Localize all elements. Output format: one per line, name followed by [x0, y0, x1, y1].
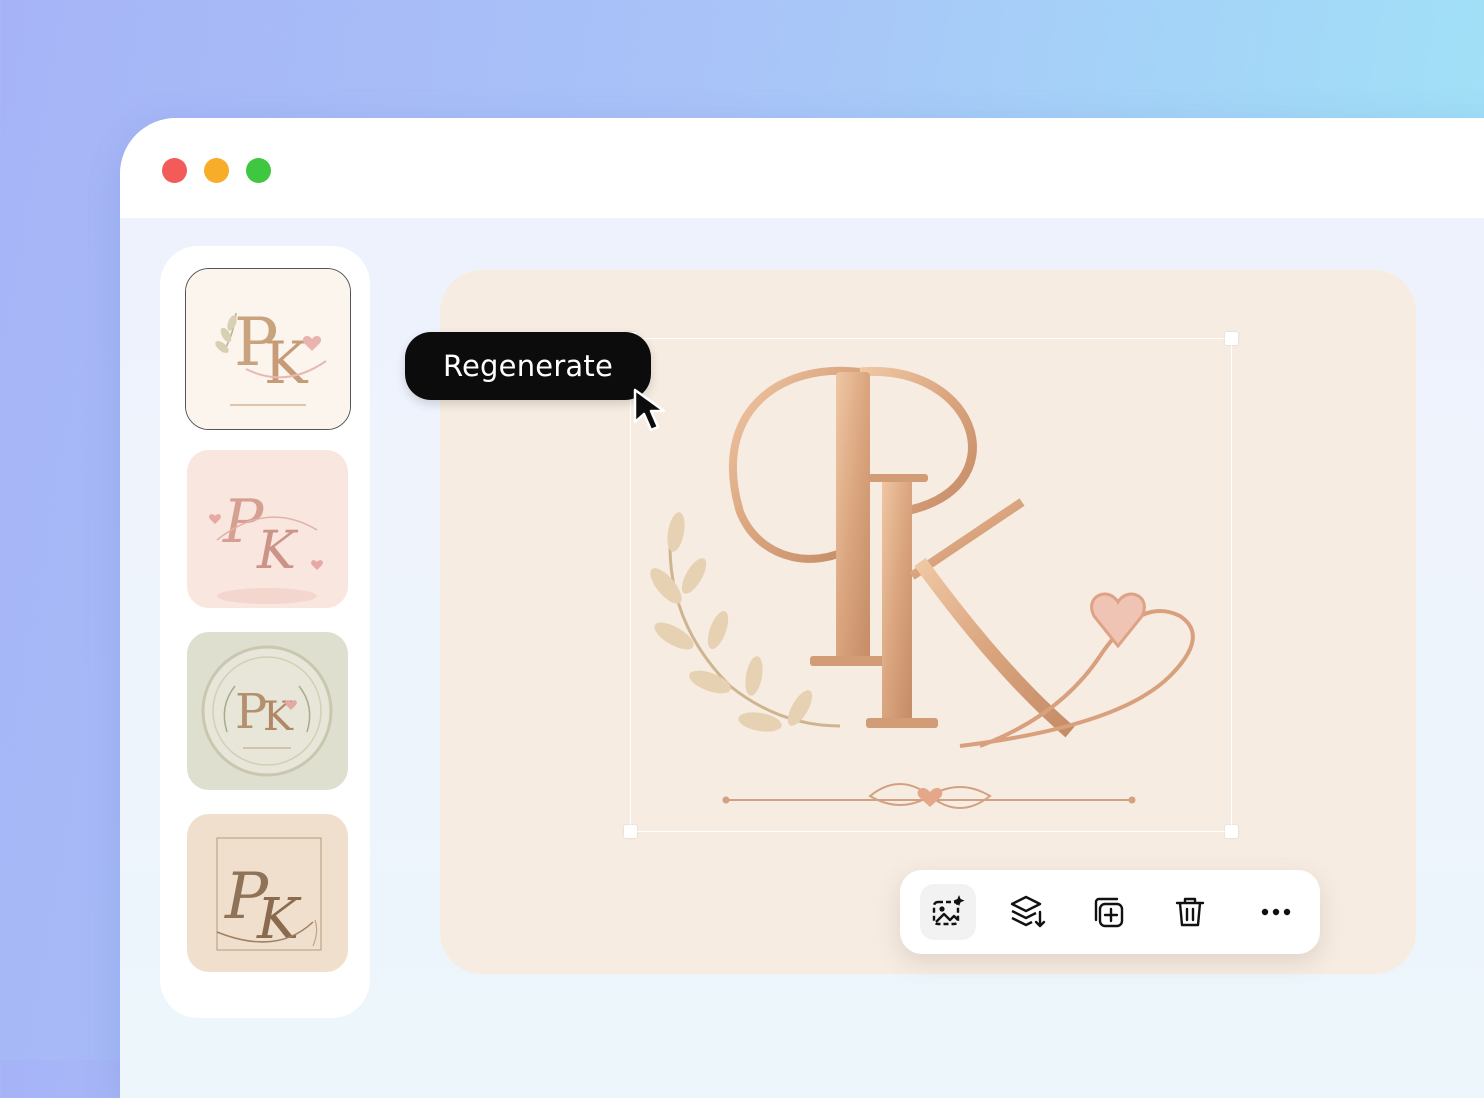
- trash-icon: [1175, 897, 1205, 927]
- resize-handle-top-right[interactable]: [1225, 332, 1238, 345]
- ai-image-button[interactable]: [920, 884, 976, 940]
- monogram-thumbnail-image: P K: [187, 632, 348, 790]
- variations-sidebar: P K P K P K P K: [160, 246, 370, 1018]
- svg-text:K: K: [264, 329, 309, 397]
- thumbnail-4[interactable]: P K: [187, 814, 348, 972]
- minimize-window-button[interactable]: [204, 158, 229, 183]
- monogram-thumbnail-image: P K: [186, 269, 350, 429]
- layers-arrange-icon: [1010, 895, 1046, 928]
- monogram-thumbnail-image: P K: [187, 450, 348, 608]
- more-icon: [1261, 908, 1291, 916]
- duplicate-button[interactable]: [1080, 884, 1136, 940]
- resize-handle-bottom-right[interactable]: [1225, 825, 1238, 838]
- selection-box[interactable]: [624, 332, 1238, 838]
- workspace: P K P K P K P K Regenerate: [120, 218, 1484, 1098]
- arrange-layers-button[interactable]: [1000, 884, 1056, 940]
- thumbnail-3[interactable]: P K: [187, 632, 348, 790]
- mouse-cursor-icon: [633, 388, 666, 432]
- object-toolbar: [900, 870, 1320, 954]
- thumbnail-1[interactable]: P K: [185, 268, 351, 430]
- more-options-button[interactable]: [1248, 884, 1304, 940]
- title-bar: [120, 118, 1484, 218]
- duplicate-icon: [1094, 897, 1124, 928]
- maximize-window-button[interactable]: [246, 158, 271, 183]
- close-window-button[interactable]: [162, 158, 187, 183]
- svg-text:K: K: [256, 521, 299, 581]
- thumbnail-2[interactable]: P K: [187, 450, 348, 608]
- delete-button[interactable]: [1162, 884, 1218, 940]
- app-window: P K P K P K P K Regenerate: [120, 118, 1484, 1098]
- resize-handle-bottom-left[interactable]: [624, 825, 637, 838]
- regenerate-tooltip[interactable]: Regenerate: [405, 332, 651, 400]
- monogram-thumbnail-image: P K: [187, 814, 348, 972]
- ai-image-icon: [932, 895, 965, 926]
